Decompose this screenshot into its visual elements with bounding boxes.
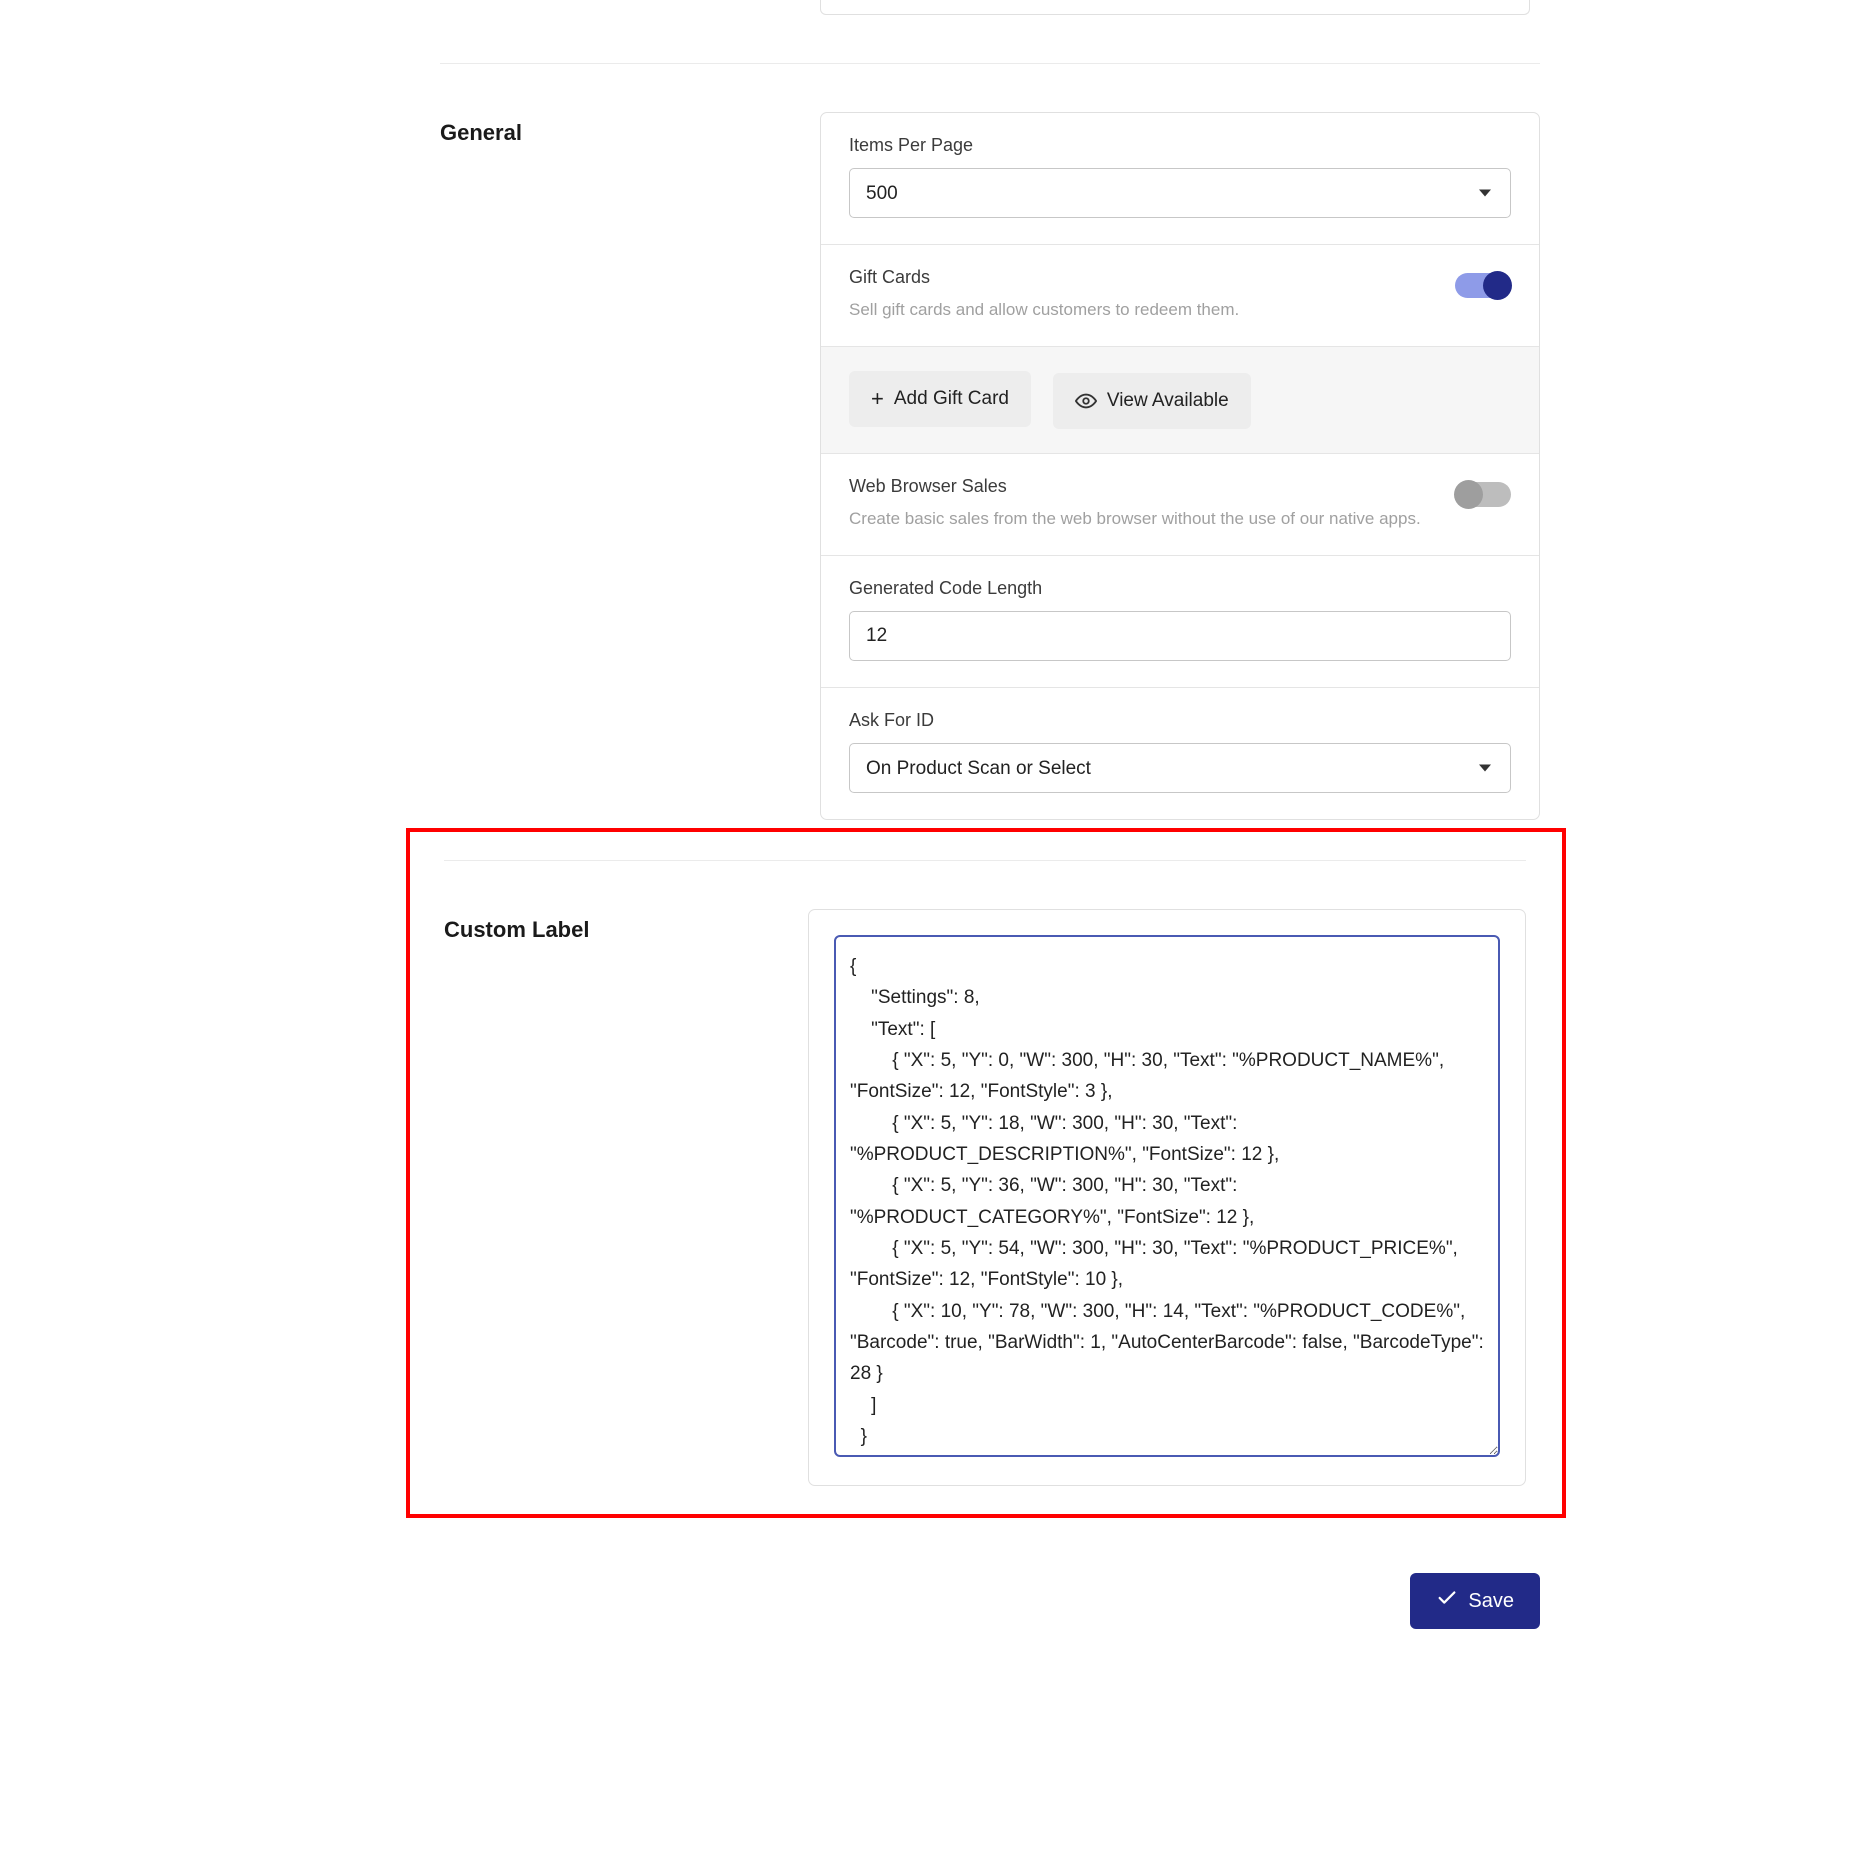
view-available-label: View Available: [1107, 390, 1229, 412]
toggle-knob: [1483, 271, 1512, 300]
gift-cards-toggle[interactable]: [1455, 273, 1511, 298]
eye-icon: [1075, 390, 1097, 412]
previous-card-remnant: [820, 0, 1530, 15]
generated-code-length-block: Generated Code Length: [821, 556, 1539, 688]
view-available-button[interactable]: View Available: [1053, 373, 1251, 429]
items-per-page-select[interactable]: 500: [849, 168, 1511, 218]
generated-code-length-label: Generated Code Length: [849, 578, 1511, 599]
ask-for-id-label: Ask For ID: [849, 710, 1511, 731]
plus-icon: [871, 386, 884, 412]
footer-actions: Save: [440, 1573, 1540, 1629]
add-gift-card-label: Add Gift Card: [894, 388, 1009, 410]
general-card: Items Per Page 500 Gift Cards Sell gift …: [820, 112, 1540, 820]
generated-code-length-input[interactable]: [849, 611, 1511, 661]
highlighted-region: Custom Label { "Settings": 8, "Text": [ …: [406, 828, 1566, 1518]
section-divider: [440, 63, 1540, 64]
custom-label-card: { "Settings": 8, "Text": [ { "X": 5, "Y"…: [808, 909, 1526, 1486]
gift-cards-label: Gift Cards: [849, 267, 1511, 288]
section-divider: [444, 860, 1526, 861]
custom-label-block: { "Settings": 8, "Text": [ { "X": 5, "Y"…: [809, 910, 1525, 1485]
web-browser-sales-description: Create basic sales from the web browser …: [849, 509, 1511, 529]
items-per-page-label: Items Per Page: [849, 135, 1511, 156]
ask-for-id-select[interactable]: On Product Scan or Select: [849, 743, 1511, 793]
items-per-page-block: Items Per Page 500: [821, 113, 1539, 245]
web-browser-sales-label: Web Browser Sales: [849, 476, 1511, 497]
gift-cards-description: Sell gift cards and allow customers to r…: [849, 300, 1511, 320]
section-general: General Items Per Page 500 Gift Cards: [440, 112, 1540, 820]
save-button[interactable]: Save: [1410, 1573, 1540, 1629]
custom-label-textarea[interactable]: { "Settings": 8, "Text": [ { "X": 5, "Y"…: [835, 936, 1499, 1456]
ask-for-id-block: Ask For ID On Product Scan or Select: [821, 688, 1539, 819]
web-browser-sales-toggle[interactable]: [1455, 482, 1511, 507]
save-label: Save: [1468, 1590, 1514, 1613]
section-title-custom-label: Custom Label: [444, 909, 808, 1486]
toggle-knob: [1454, 480, 1483, 509]
web-browser-sales-block: Web Browser Sales Create basic sales fro…: [821, 454, 1539, 556]
check-icon: [1436, 1587, 1458, 1615]
add-gift-card-button[interactable]: Add Gift Card: [849, 371, 1031, 427]
section-title-general: General: [440, 112, 820, 820]
gift-cards-block: Gift Cards Sell gift cards and allow cus…: [821, 245, 1539, 347]
gift-card-actions-block: Add Gift Card View Available: [821, 347, 1539, 454]
page-container: General Items Per Page 500 Gift Cards: [440, 0, 1540, 1789]
section-custom-label: Custom Label { "Settings": 8, "Text": [ …: [444, 909, 1526, 1486]
